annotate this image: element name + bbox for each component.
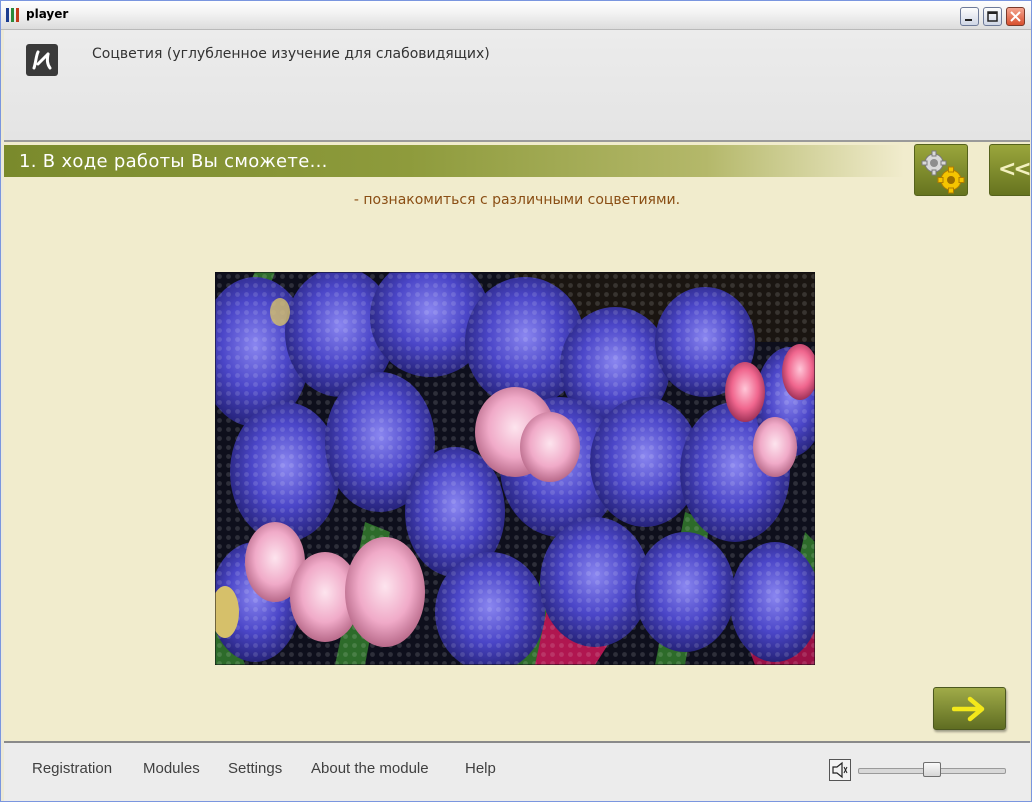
menu-settings[interactable]: Settings	[228, 760, 282, 777]
menu-registration[interactable]: Registration	[32, 760, 112, 777]
arrow-right-icon	[952, 696, 985, 722]
volume-slider-thumb[interactable]	[923, 762, 941, 777]
player-window: player Соцветия (углубленное изучение дл…	[0, 0, 1032, 802]
menu-modules[interactable]: Modules	[143, 760, 200, 777]
close-icon	[1010, 11, 1021, 22]
app-icon	[6, 8, 22, 22]
title-bar[interactable]: player	[1, 1, 1031, 30]
volume-slider[interactable]	[858, 762, 1006, 777]
lesson-objective: - познакомиться с различными соцветиями.	[353, 192, 681, 208]
collapse-label: <<	[998, 157, 1032, 182]
course-title: Соцветия (углубленное изучение для слабо…	[92, 46, 490, 62]
collapse-panel-button[interactable]: <<	[989, 144, 1032, 196]
next-button[interactable]	[933, 687, 1006, 730]
section-header-bar: 1. В ходе работы Вы сможете...	[4, 145, 904, 177]
minimize-button[interactable]	[960, 7, 979, 26]
maximize-button[interactable]	[983, 7, 1002, 26]
menu-help[interactable]: Help	[465, 760, 496, 777]
menu-about-module[interactable]: About the module	[311, 760, 429, 777]
lesson-content: 1. В ходе работы Вы сможете... << - позн…	[4, 142, 1032, 743]
course-logo-icon	[26, 44, 58, 76]
minimize-icon	[965, 19, 972, 21]
course-header: Соцветия (углубленное изучение для слабо…	[4, 30, 1030, 142]
window-title: player	[26, 7, 69, 21]
speaker-icon[interactable]	[829, 759, 851, 781]
close-button[interactable]	[1006, 7, 1025, 26]
gears-icon	[921, 150, 965, 194]
footer-bar: Registration Modules Settings About the …	[4, 743, 1030, 801]
settings-button[interactable]	[914, 144, 968, 196]
hyacinths-photo	[215, 272, 815, 665]
maximize-icon	[987, 11, 998, 22]
section-title: 1. В ходе работы Вы сможете...	[19, 151, 328, 172]
